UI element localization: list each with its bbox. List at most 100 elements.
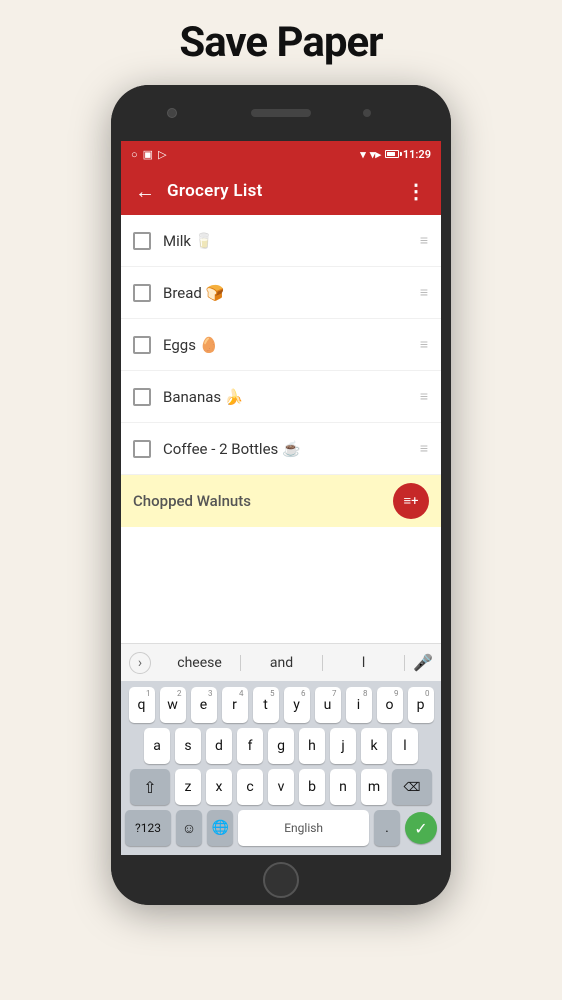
key-y[interactable]: 6y xyxy=(284,687,310,723)
key-k[interactable]: k xyxy=(361,728,387,764)
home-button[interactable] xyxy=(263,862,299,898)
add-icon: ≡+ xyxy=(404,493,419,509)
key-t[interactable]: 5t xyxy=(253,687,279,723)
key-g[interactable]: g xyxy=(268,728,294,764)
key-p[interactable]: 0p xyxy=(408,687,434,723)
item-text-coffee: Coffee - 2 Bottles ☕ xyxy=(163,440,420,458)
key-num: 0 xyxy=(425,689,430,698)
suggestion-cheese[interactable]: cheese xyxy=(159,655,241,671)
period-button[interactable]: . xyxy=(374,810,400,846)
app-bar: ← Grocery List ⋮ xyxy=(121,167,441,215)
battery-icon-wrap xyxy=(385,148,399,161)
drag-handle-coffee[interactable]: ≡ xyxy=(420,440,429,457)
drag-handle-eggs[interactable]: ≡ xyxy=(420,336,429,353)
active-input-text: Chopped Walnuts xyxy=(133,492,393,510)
wifi-icon: ▾ xyxy=(360,148,366,161)
app-title: Grocery List xyxy=(167,181,406,201)
key-v[interactable]: v xyxy=(268,769,294,805)
key-x[interactable]: x xyxy=(206,769,232,805)
key-l[interactable]: l xyxy=(392,728,418,764)
play-icon: ▷ xyxy=(158,148,166,161)
globe-button[interactable]: 🌐 xyxy=(207,810,233,846)
key-num: 5 xyxy=(270,689,275,698)
key-d[interactable]: d xyxy=(206,728,232,764)
space-button[interactable]: English xyxy=(238,810,369,846)
sim-icon: ▣ xyxy=(143,148,153,161)
add-item-button[interactable]: ≡+ xyxy=(393,483,429,519)
suggestion-and[interactable]: and xyxy=(241,655,323,671)
key-h[interactable]: h xyxy=(299,728,325,764)
speaker xyxy=(251,109,311,117)
status-left: ○ ▣ ▷ xyxy=(131,148,167,161)
phone-bottom-bezel xyxy=(111,855,451,905)
circle-icon: ○ xyxy=(131,148,138,161)
list-item: Bananas 🍌 ≡ xyxy=(121,371,441,423)
key-m[interactable]: m xyxy=(361,769,387,805)
keyboard: 1q 2w 3e 4r 5t 6y 7u 8i 9o 0p a s d f g … xyxy=(121,681,441,855)
checkbox-coffee[interactable] xyxy=(133,440,151,458)
keyboard-row-2: a s d f g h j k l xyxy=(125,728,437,764)
key-f[interactable]: f xyxy=(237,728,263,764)
keyboard-row-4: ?123 ☺ 🌐 English . ✓ xyxy=(125,810,437,846)
backspace-button[interactable]: ⌫ xyxy=(392,769,432,805)
checkbox-bananas[interactable] xyxy=(133,388,151,406)
key-j[interactable]: j xyxy=(330,728,356,764)
expand-suggestions-button[interactable]: › xyxy=(129,652,151,674)
drag-handle-bananas[interactable]: ≡ xyxy=(420,388,429,405)
shift-button[interactable]: ⇧ xyxy=(130,769,170,805)
drag-handle-bread[interactable]: ≡ xyxy=(420,284,429,301)
suggestion-l[interactable]: l xyxy=(323,655,405,671)
active-input-row[interactable]: Chopped Walnuts ≡+ xyxy=(121,475,441,527)
item-text-bread: Bread 🍞 xyxy=(163,284,420,302)
checkbox-bread[interactable] xyxy=(133,284,151,302)
phone-device: ○ ▣ ▷ ▾ ▾▸ 11:29 ← Grocery List ⋮ xyxy=(111,85,451,905)
key-o[interactable]: 9o xyxy=(377,687,403,723)
keyboard-row-1: 1q 2w 3e 4r 5t 6y 7u 8i 9o 0p xyxy=(125,687,437,723)
emoji-button[interactable]: ☺ xyxy=(176,810,202,846)
key-num: 1 xyxy=(146,689,151,698)
list-item: Coffee - 2 Bottles ☕ ≡ xyxy=(121,423,441,475)
key-n[interactable]: n xyxy=(330,769,356,805)
key-i[interactable]: 8i xyxy=(346,687,372,723)
checkbox-milk[interactable] xyxy=(133,232,151,250)
page-title: Save Paper xyxy=(179,18,382,67)
signal-icon: ▾▸ xyxy=(370,148,381,161)
key-c[interactable]: c xyxy=(237,769,263,805)
key-num: 2 xyxy=(177,689,182,698)
checkbox-eggs[interactable] xyxy=(133,336,151,354)
grocery-list: Milk 🥛 ≡ Bread 🍞 ≡ Eggs 🥚 ≡ Bananas 🍌 ≡ xyxy=(121,215,441,643)
key-num: 7 xyxy=(332,689,337,698)
drag-handle-milk[interactable]: ≡ xyxy=(420,232,429,249)
status-bar: ○ ▣ ▷ ▾ ▾▸ 11:29 xyxy=(121,141,441,167)
item-text-milk: Milk 🥛 xyxy=(163,232,420,250)
chevron-right-icon: › xyxy=(138,655,142,671)
key-b[interactable]: b xyxy=(299,769,325,805)
key-w[interactable]: 2w xyxy=(160,687,186,723)
list-item: Milk 🥛 ≡ xyxy=(121,215,441,267)
key-a[interactable]: a xyxy=(144,728,170,764)
battery-icon xyxy=(385,150,399,158)
list-item: Eggs 🥚 ≡ xyxy=(121,319,441,371)
status-time: 11:29 xyxy=(403,148,431,161)
key-s[interactable]: s xyxy=(175,728,201,764)
key-num: 8 xyxy=(363,689,368,698)
suggestions-bar: › cheese and l 🎤 xyxy=(121,643,441,681)
key-z[interactable]: z xyxy=(175,769,201,805)
menu-button[interactable]: ⋮ xyxy=(406,179,427,203)
done-button[interactable]: ✓ xyxy=(405,812,437,844)
key-num: 9 xyxy=(394,689,399,698)
key-q[interactable]: 1q xyxy=(129,687,155,723)
key-num: 6 xyxy=(301,689,306,698)
sensor xyxy=(363,109,371,117)
key-e[interactable]: 3e xyxy=(191,687,217,723)
phone-screen: ○ ▣ ▷ ▾ ▾▸ 11:29 ← Grocery List ⋮ xyxy=(121,141,441,855)
key-u[interactable]: 7u xyxy=(315,687,341,723)
keyboard-row-3: ⇧ z x c v b n m ⌫ xyxy=(125,769,437,805)
key-r[interactable]: 4r xyxy=(222,687,248,723)
phone-top-bezel xyxy=(111,85,451,141)
symbols-button[interactable]: ?123 xyxy=(125,810,171,846)
key-num: 3 xyxy=(208,689,213,698)
key-num: 4 xyxy=(239,689,244,698)
back-button[interactable]: ← xyxy=(135,179,155,204)
mic-icon[interactable]: 🎤 xyxy=(413,653,433,672)
